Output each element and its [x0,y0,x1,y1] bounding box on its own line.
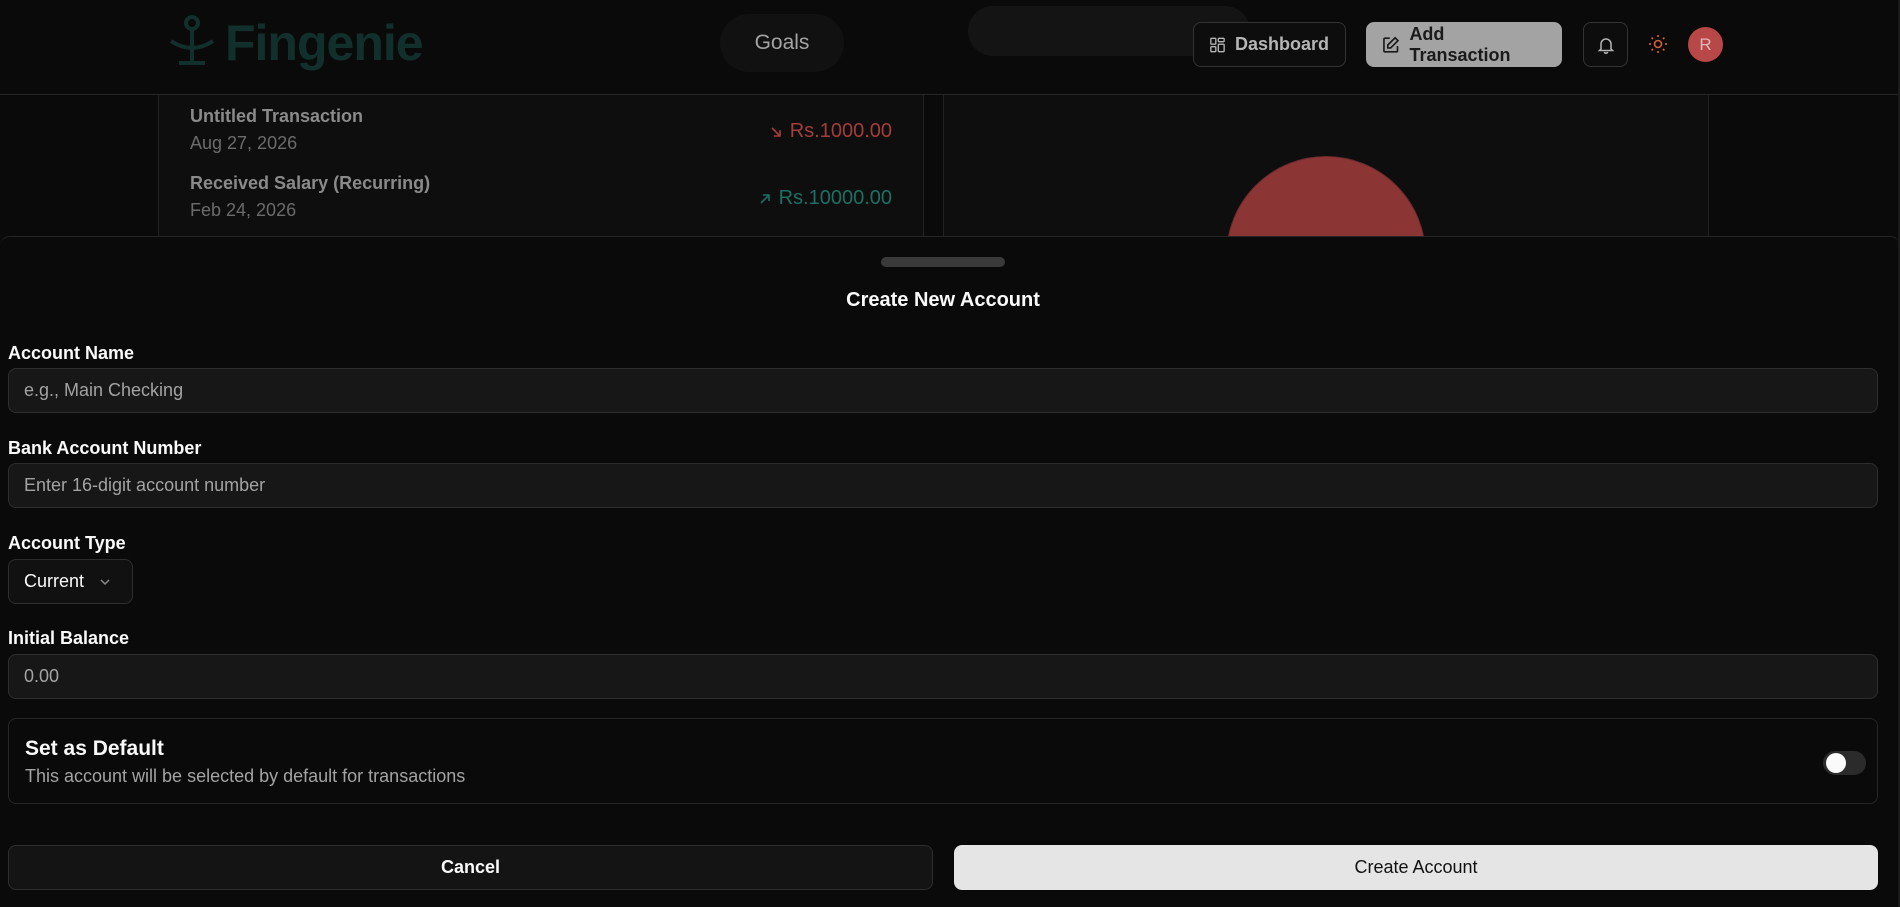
nav-item-goals[interactable]: Goals [720,14,844,72]
dashboard-icon [1210,37,1225,52]
create-account-button[interactable]: Create Account [954,845,1878,890]
avatar[interactable]: R [1688,27,1723,62]
set-default-title: Set as Default [25,737,164,760]
toggle-knob [1826,753,1846,773]
edit-icon [1383,36,1400,53]
set-default-toggle[interactable] [1823,751,1866,775]
arrow-down-right-icon [771,126,781,137]
drawer-handle[interactable] [881,257,1005,267]
account-type-label: Account Type [8,533,126,553]
arrow-up-right-icon [760,193,770,204]
cancel-button[interactable]: Cancel [8,845,933,890]
initial-balance-input[interactable] [8,654,1878,699]
set-default-section: Set as Default This account will be sele… [8,718,1878,804]
transaction-row[interactable]: Untitled Transaction Aug 27, 2026 Rs.100… [190,106,892,154]
logo-icon [169,15,215,65]
bell-icon [1597,37,1614,54]
logo-text: Fingenie [225,15,424,71]
add-transaction-label: Add Transaction [1409,23,1511,65]
initial-balance-label: Initial Balance [8,628,130,648]
app-logo[interactable]: Fingenie [165,14,424,72]
drawer-title: Create New Account [846,289,1040,311]
transaction-amount: Rs.10000.00 [759,187,892,210]
account-type-select[interactable]: Current [8,559,133,604]
transaction-row[interactable]: Received Salary (Recurring) Feb 24, 2026… [190,173,892,221]
account-type-value: Current [24,571,85,591]
account-name-label: Account Name [8,343,135,363]
bank-account-number-input[interactable] [8,463,1878,508]
bank-account-number-label: Bank Account Number [8,438,202,458]
add-transaction-button[interactable]: Add Transaction [1366,22,1562,67]
theme-toggle-button[interactable] [1645,31,1671,57]
dashboard-button-label: Dashboard [1234,34,1329,54]
create-account-drawer: Create New Account Account Name Bank Acc… [0,236,1900,907]
notifications-button[interactable] [1583,22,1628,67]
transaction-amount-value: Rs.1000.00 [789,120,892,142]
dashboard-button[interactable]: Dashboard [1193,22,1346,67]
set-default-description: This account will be selected by default… [25,766,466,786]
transaction-amount: Rs.1000.00 [770,120,892,143]
transaction-amount-value: Rs.10000.00 [778,187,892,209]
sun-icon [1649,35,1667,53]
chevron-down-icon [100,578,110,585]
top-navbar: Fingenie Goals Dashboard Add Transaction [0,0,1900,95]
account-name-input[interactable] [8,368,1878,413]
